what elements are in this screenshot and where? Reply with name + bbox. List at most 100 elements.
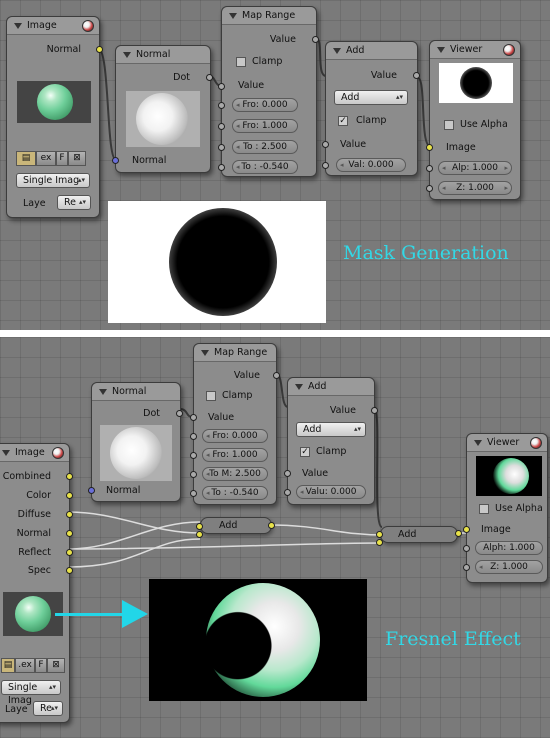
fake-user-button[interactable]: F: [56, 151, 68, 166]
add1-input-a-socket[interactable]: [196, 523, 203, 530]
alpha-field[interactable]: Alph: 1.000: [475, 541, 543, 555]
normal-direction-widget[interactable]: [100, 425, 172, 481]
node-header[interactable]: Viewer: [467, 434, 547, 452]
normal-sphere[interactable]: [110, 427, 162, 479]
input-from-max-socket[interactable]: [218, 123, 225, 130]
node-header[interactable]: Image: [0, 444, 69, 462]
node-header[interactable]: Add: [326, 42, 417, 60]
input-value-socket[interactable]: [322, 141, 329, 148]
z-field[interactable]: ◂ Z: 1.000: [475, 560, 543, 574]
normal-sphere[interactable]: [136, 93, 188, 145]
decrement-icon[interactable]: ◂: [236, 120, 240, 132]
collapse-icon[interactable]: [201, 350, 209, 356]
input-from-min-socket[interactable]: [190, 433, 197, 440]
normal-node[interactable]: Normal Dot Normal: [88, 382, 183, 502]
use-alpha-checkbox[interactable]: [444, 120, 454, 130]
to-max-field[interactable]: ◂ To : -0.540: [232, 160, 298, 174]
decrement-icon[interactable]: ◂: [236, 141, 240, 153]
from-min-field[interactable]: ◂ Fro: 0.000: [202, 429, 268, 443]
output-dot-socket[interactable]: [206, 74, 213, 81]
decrement-icon[interactable]: ◂: [236, 99, 240, 111]
output-value-socket[interactable]: [413, 72, 420, 79]
input-image-socket[interactable]: [463, 526, 470, 533]
output-combined-socket[interactable]: [66, 473, 73, 480]
use-alpha-checkbox[interactable]: [479, 504, 489, 514]
input-value2-socket[interactable]: [284, 489, 291, 496]
increment-icon[interactable]: ▸: [504, 162, 508, 174]
input-normal-socket[interactable]: [112, 157, 119, 164]
from-max-field[interactable]: ◂ Fro: 1.000: [232, 119, 298, 133]
collapse-icon[interactable]: [2, 450, 10, 456]
add-node-collapsed-1[interactable]: Add: [200, 517, 272, 534]
collapse-icon[interactable]: [99, 389, 107, 395]
to-max-field[interactable]: ◂ To : -0.540: [202, 486, 268, 500]
node-options-icon[interactable]: [503, 44, 515, 56]
output-value-socket[interactable]: [371, 407, 378, 414]
input-from-max-socket[interactable]: [190, 452, 197, 459]
output-reflect-socket[interactable]: [66, 549, 73, 556]
decrement-icon[interactable]: ◂: [340, 159, 344, 171]
node-header[interactable]: Add: [288, 378, 374, 396]
node-header[interactable]: Image: [7, 17, 99, 35]
collapse-icon[interactable]: [123, 52, 131, 58]
unlink-icon[interactable]: ⊠: [47, 658, 65, 673]
output-dot-socket[interactable]: [176, 410, 183, 417]
input-z-socket[interactable]: [426, 185, 433, 192]
add2-input-b-socket[interactable]: [376, 539, 383, 546]
output-normal-socket[interactable]: [96, 46, 103, 53]
decrement-icon[interactable]: ◂: [206, 449, 210, 461]
output-color-socket[interactable]: [66, 492, 73, 499]
decrement-icon[interactable]: ◂: [206, 468, 210, 480]
image-browse-icon[interactable]: ▤: [1, 658, 15, 673]
collapse-icon[interactable]: [295, 384, 303, 390]
output-value-socket[interactable]: [273, 372, 280, 379]
input-value2-socket[interactable]: [322, 162, 329, 169]
decrement-icon[interactable]: ◂: [442, 162, 446, 174]
increment-icon[interactable]: ▸: [504, 182, 508, 194]
layer-select[interactable]: Re ▴▾: [57, 195, 91, 210]
image-name-button[interactable]: ex: [36, 151, 56, 166]
clamp-checkbox[interactable]: ✓: [338, 116, 348, 126]
unlink-icon[interactable]: ⊠: [68, 151, 86, 166]
decrement-icon[interactable]: ◂: [236, 161, 240, 173]
collapse-icon[interactable]: [333, 48, 341, 54]
collapse-icon[interactable]: [474, 440, 482, 446]
input-alpha-socket[interactable]: [463, 545, 470, 552]
add-node-collapsed-2[interactable]: Add: [380, 526, 458, 543]
node-options-icon[interactable]: [530, 437, 542, 449]
node-header[interactable]: Viewer: [430, 41, 520, 59]
collapse-icon[interactable]: [229, 13, 237, 19]
input-alpha-socket[interactable]: [426, 165, 433, 172]
collapse-icon[interactable]: [14, 23, 22, 29]
add2-input-a-socket[interactable]: [376, 531, 383, 538]
source-select[interactable]: Single Imag ▴▾: [1, 680, 61, 706]
clamp-checkbox[interactable]: [236, 57, 246, 67]
from-max-field[interactable]: ◂ Fro: 1.000: [202, 448, 268, 462]
node-options-icon[interactable]: [52, 447, 64, 459]
from-min-field[interactable]: ◂ Fro: 0.000: [232, 98, 298, 112]
clamp-checkbox[interactable]: ✓: [300, 447, 310, 457]
to-min-field[interactable]: ◂ To M: 2.500: [202, 467, 268, 481]
input-image-socket[interactable]: [426, 144, 433, 151]
image-node[interactable]: Image Normal ▤ ex F ⊠ Single Imag ▴▾ Laye…: [6, 16, 103, 218]
operation-select[interactable]: Add ▴▾: [334, 90, 408, 105]
value-field[interactable]: ◂ Val: 0.000: [336, 158, 406, 172]
fake-user-button[interactable]: F: [35, 658, 47, 673]
node-header[interactable]: Map Range: [222, 7, 316, 25]
input-value-socket[interactable]: [218, 83, 225, 90]
input-to-min-socket[interactable]: [218, 144, 225, 151]
add1-output-socket[interactable]: [268, 522, 275, 529]
node-header[interactable]: Normal: [92, 383, 180, 401]
input-value-socket[interactable]: [284, 470, 291, 477]
decrement-icon[interactable]: ◂: [206, 430, 210, 442]
input-to-max-socket[interactable]: [218, 164, 225, 171]
input-value-socket[interactable]: [190, 414, 197, 421]
node-header[interactable]: Map Range: [194, 344, 276, 362]
collapse-icon[interactable]: [437, 47, 445, 53]
operation-select[interactable]: Add ▴▾: [296, 422, 366, 437]
normal-node[interactable]: Normal Dot Normal: [112, 45, 213, 173]
alpha-field[interactable]: ◂ Alp: 1.000 ▸: [438, 161, 512, 175]
clamp-checkbox[interactable]: [206, 391, 216, 401]
input-to-max-socket[interactable]: [190, 490, 197, 497]
decrement-icon[interactable]: ◂: [442, 182, 446, 194]
